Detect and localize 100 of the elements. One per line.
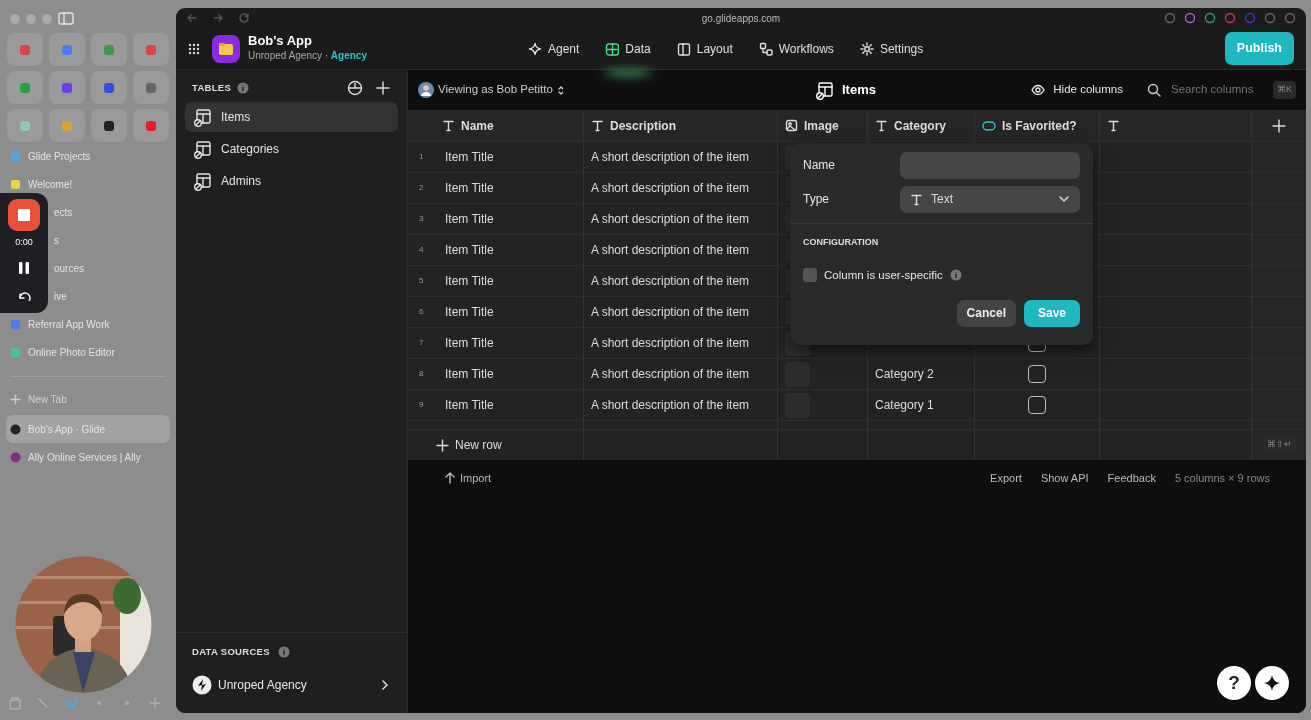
pause-icon[interactable]: [16, 259, 32, 276]
settings-icon: [859, 42, 874, 56]
column-header[interactable]: Description: [584, 110, 778, 141]
section-title: TABLES: [192, 80, 232, 95]
table-cell-text: Item Title: [445, 366, 494, 383]
nav-tab[interactable]: Settings: [857, 36, 926, 62]
search-icon: [1147, 83, 1161, 97]
column-header[interactable]: Is Favorited?: [975, 110, 1100, 141]
search-field[interactable]: Search columns: [1169, 80, 1265, 100]
forward-icon[interactable]: [212, 12, 224, 24]
row-count: 5 columns × 9 rows: [1174, 470, 1270, 486]
table-icon: [605, 42, 620, 56]
table-cell-text: Item Title: [445, 180, 494, 197]
site-icon: [10, 451, 21, 463]
app-icon: [144, 80, 158, 95]
extension-icon[interactable]: [1184, 12, 1196, 24]
window-control[interactable]: [10, 13, 20, 24]
row-number: 6: [419, 306, 425, 318]
table-cell-text: Item Title: [445, 242, 494, 259]
plus-icon: [10, 393, 21, 405]
type-dropdown[interactable]: Text: [900, 185, 1080, 213]
extension-icon[interactable]: [1204, 12, 1216, 24]
app-icon: [102, 80, 116, 95]
reload-icon[interactable]: [238, 12, 250, 24]
site-icon: [10, 318, 21, 330]
nav-tab[interactable]: Agent: [526, 36, 582, 62]
window-control[interactable]: [42, 13, 52, 24]
archive-icon[interactable]: [8, 696, 22, 710]
app-icon: [102, 118, 116, 133]
row-number: 5: [419, 275, 425, 287]
extension-icon[interactable]: [1264, 12, 1276, 24]
app-icon: [144, 42, 158, 57]
row-number: 8: [419, 368, 425, 380]
sparkle-icon: [528, 42, 542, 56]
site-icon: [10, 150, 21, 162]
stop-recording-button[interactable]: [8, 199, 40, 231]
nav-tab[interactable]: Workflows: [756, 36, 836, 62]
table-cell-text: Item Title: [445, 149, 494, 166]
extension-icon[interactable]: [1224, 12, 1236, 24]
name-field[interactable]: [900, 151, 1080, 179]
new-row-button[interactable]: New row: [408, 436, 502, 454]
restart-icon[interactable]: [16, 289, 32, 301]
extension-icon[interactable]: [1164, 12, 1176, 24]
section-title: CONFIGURATION: [803, 236, 880, 249]
table-cell-text: Category 1: [875, 397, 934, 414]
table-icon: [193, 171, 212, 191]
history-icon[interactable]: [347, 80, 363, 96]
shortcut-hint: ⌘⇧↵: [1262, 436, 1296, 454]
table-cell-text: A short description of the item: [591, 180, 750, 197]
nav-tab[interactable]: Layout: [674, 36, 735, 62]
field-label: Type: [803, 191, 830, 208]
window-control[interactable]: [26, 13, 36, 24]
table-list-item[interactable]: Categories: [185, 134, 398, 164]
table-list-item[interactable]: Admins: [185, 166, 398, 196]
cancel-button[interactable]: Cancel: [956, 299, 1016, 327]
checkbox[interactable]: [1028, 365, 1046, 383]
image-type-icon: [785, 119, 798, 132]
column-header[interactable]: Name: [408, 110, 584, 141]
row-number: 7: [419, 337, 425, 349]
row-number: 3: [419, 213, 425, 225]
app-name: Bob's App: [248, 33, 313, 49]
app-icon: [60, 118, 74, 133]
row-number: 4: [419, 244, 425, 256]
app-icon: [18, 42, 32, 57]
table-icon: [193, 139, 212, 159]
info-icon: [277, 645, 290, 658]
data-source-item[interactable]: Unroped Agency: [192, 675, 391, 695]
address-bar[interactable]: go.glideapps.com: [701, 12, 781, 24]
site-icon: [10, 178, 21, 190]
footer-link[interactable]: Show API: [1040, 469, 1089, 487]
footer-link[interactable]: Export: [990, 469, 1022, 487]
hide-columns-button[interactable]: Hide columns: [1031, 81, 1123, 99]
table-cell-text: Item Title: [445, 211, 494, 228]
checkbox-label: Column is user-specific: [824, 267, 943, 283]
recording-timer: 0:00: [15, 236, 33, 249]
site-icon: [10, 423, 21, 435]
row-number: 1: [419, 151, 425, 163]
extension-icon[interactable]: [1284, 12, 1296, 24]
import-button[interactable]: Import: [444, 469, 492, 487]
text-type-icon: [591, 119, 604, 132]
row-number: 2: [419, 182, 425, 194]
app-organization: Unroped Agency · Agency: [248, 49, 367, 64]
sidebar-toggle-icon[interactable]: [58, 12, 74, 25]
column-header[interactable]: Category: [868, 110, 975, 141]
viewing-as-selector[interactable]: Viewing as Bob Petitto: [418, 81, 563, 99]
space-icon[interactable]: [64, 696, 78, 710]
footer-link[interactable]: Feedback: [1107, 469, 1156, 487]
pinned-tab[interactable]: [91, 109, 127, 142]
column-header[interactable]: Image: [778, 110, 868, 141]
toggle-type-icon: [982, 118, 996, 133]
table-list-item[interactable]: Items: [185, 102, 398, 132]
apps-grid-icon[interactable]: [188, 42, 200, 55]
table-cell-text: Item Title: [445, 273, 494, 290]
back-icon[interactable]: [186, 12, 198, 24]
app-icon: [18, 118, 32, 133]
add-column-icon[interactable]: [1271, 117, 1287, 134]
checkbox[interactable]: [803, 268, 817, 283]
app-icon: [60, 42, 74, 57]
checkbox[interactable]: [1028, 396, 1046, 414]
plus-icon[interactable]: [375, 80, 391, 96]
